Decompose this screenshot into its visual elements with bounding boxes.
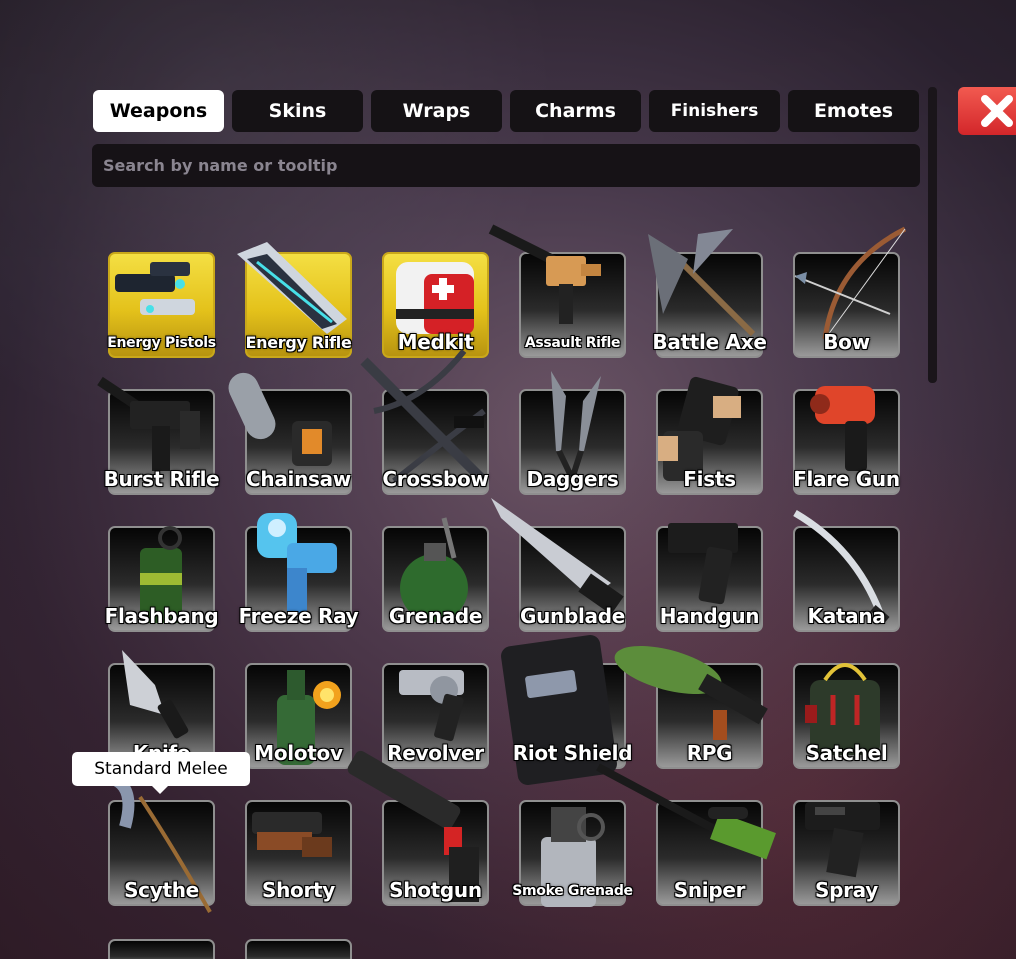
weapon-card-sniper[interactable]: Sniper	[596, 763, 776, 906]
tab-skins[interactable]: Skins	[232, 90, 363, 132]
search-input[interactable]	[92, 144, 920, 187]
weapon-label: Freeze Ray	[238, 604, 359, 628]
weapon-label: Crossbow	[382, 467, 489, 491]
tab-wraps[interactable]: Wraps	[371, 90, 502, 132]
weapon-label: Energy Rifle	[245, 333, 352, 352]
weapon-card-revolver[interactable]: Revolver	[382, 663, 489, 769]
tab-charms[interactable]: Charms	[510, 90, 641, 132]
weapon-label: Satchel	[805, 741, 888, 765]
weapon-label: Grenade	[388, 604, 483, 628]
weapon-label: Medkit	[397, 330, 474, 354]
weapon-card-daggers[interactable]: Daggers	[519, 371, 626, 495]
weapon-card-medkit[interactable]: Medkit	[382, 252, 489, 358]
weapon-label: Smoke Grenade	[512, 883, 633, 899]
weapon-label: Chainsaw	[246, 467, 351, 491]
next-row-partial	[108, 939, 352, 959]
weapon-card-smoke-grenade[interactable]: Smoke Grenade	[512, 800, 633, 907]
weapon-label: Shorty	[261, 878, 336, 902]
weapon-card-scythe[interactable]: Scythe	[89, 770, 215, 913]
weapon-card-handgun[interactable]: Handgun	[656, 523, 763, 632]
weapon-card-battle-axe[interactable]: Battle Axe	[648, 229, 767, 358]
weapon-card-freeze-ray[interactable]: Freeze Ray	[239, 513, 359, 632]
weapon-card-shotgun[interactable]: Shotgun	[347, 750, 489, 906]
weapon-card-satchel[interactable]: Satchel	[793, 663, 900, 769]
weapon-card-partial[interactable]	[108, 939, 215, 959]
weapon-card-shorty[interactable]: Shorty	[245, 800, 352, 906]
weapon-card-energy-rifle[interactable]: Energy Rifle	[237, 242, 352, 358]
weapon-card-burst-rifle[interactable]: Burst Rifle	[97, 376, 220, 495]
weapon-label: Katana	[807, 604, 886, 628]
weapon-card-rpg[interactable]: RPG	[614, 646, 768, 769]
weapon-label: Scythe	[124, 878, 199, 902]
weapon-label: Bow	[823, 330, 870, 354]
weapon-card-crossbow[interactable]: Crossbow	[360, 349, 489, 495]
weapon-card-chainsaw[interactable]: Chainsaw	[228, 372, 352, 495]
weapon-card-gunblade[interactable]: Gunblade	[491, 498, 626, 632]
weapon-label: Gunblade	[519, 604, 626, 628]
tooltip-text: Standard Melee	[94, 759, 228, 779]
weapon-label: Spray	[814, 878, 878, 902]
weapon-card-fists[interactable]: Fists	[656, 376, 763, 495]
weapon-label: Riot Shield	[512, 741, 633, 765]
weapon-label: Sniper	[673, 878, 746, 902]
close-button[interactable]	[958, 87, 1016, 135]
weapon-label: Handgun	[659, 604, 760, 628]
weapon-label: Burst Rifle	[103, 467, 220, 491]
weapon-card-flashbang[interactable]: Flashbang	[105, 526, 219, 632]
tab-emotes[interactable]: Emotes	[788, 90, 919, 132]
close-x-icon	[981, 95, 1013, 127]
weapon-label: Battle Axe	[652, 330, 767, 354]
weapon-label: Revolver	[387, 741, 484, 765]
weapon-card-energy-pistols[interactable]: Energy Pistols	[107, 252, 216, 358]
weapon-card-molotov[interactable]: Molotov	[245, 663, 352, 769]
weapon-card-riot-shield[interactable]: Riot Shield	[501, 635, 633, 785]
category-tabs: Weapons Skins Wraps Charms Finishers Emo…	[93, 90, 919, 132]
weapon-label: Shotgun	[389, 878, 482, 902]
weapon-card-katana[interactable]: Katana	[793, 509, 900, 632]
weapon-card-partial[interactable]	[245, 939, 352, 959]
tab-finishers[interactable]: Finishers	[649, 90, 780, 132]
tooltip: Standard Melee	[72, 752, 250, 794]
weapon-grid: Energy Pistols Energy Rifle Medkit Assault …	[89, 224, 907, 913]
weapon-label: RPG	[686, 741, 733, 765]
weapon-card-spray[interactable]: Spray	[793, 800, 900, 906]
tab-weapons[interactable]: Weapons	[93, 90, 224, 132]
weapon-card-grenade[interactable]: Grenade	[382, 517, 489, 632]
weapon-label: Daggers	[526, 467, 619, 491]
weapon-card-assault-rifle[interactable]: Assault Rifle	[488, 224, 626, 358]
weapon-label: Flare Gun	[793, 467, 900, 491]
weapon-card-flare-gun[interactable]: Flare Gun	[793, 386, 900, 495]
weapon-label: Fists	[683, 467, 736, 491]
weapon-card-bow[interactable]: Bow	[793, 226, 907, 358]
weapon-label: Flashbang	[104, 604, 219, 628]
weapon-label: Energy Pistols	[107, 335, 216, 351]
weapon-label: Assault Rifle	[524, 335, 621, 351]
scrollbar[interactable]	[928, 87, 937, 383]
